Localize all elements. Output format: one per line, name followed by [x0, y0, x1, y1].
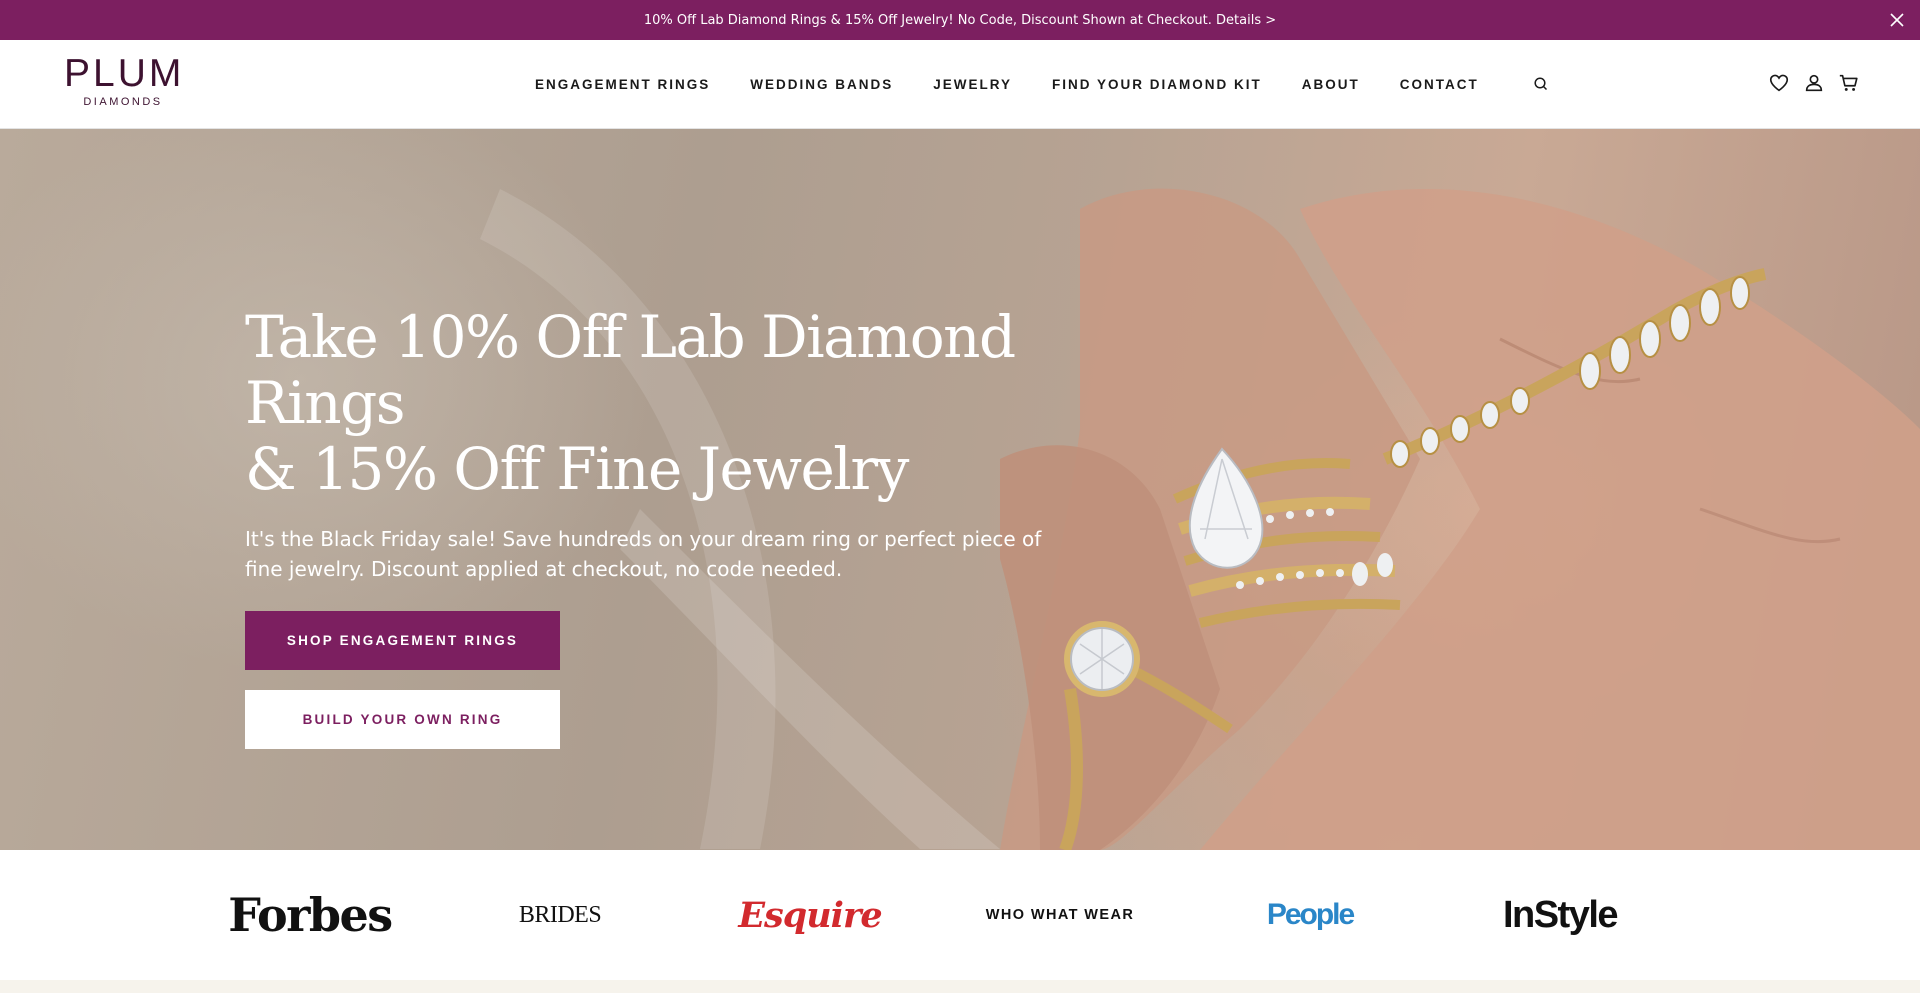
nav-jewelry[interactable]: JEWELRY: [933, 77, 1012, 92]
site-header: PLUM DIAMONDS ENGAGEMENT RINGS WEDDING B…: [0, 40, 1920, 129]
promo-link[interactable]: 10% Off Lab Diamond Rings & 15% Off Jewe…: [644, 13, 1276, 28]
site-logo[interactable]: PLUM DIAMONDS: [64, 52, 185, 112]
next-section-edge: [0, 980, 1920, 993]
logo-wordmark: PLUM: [64, 52, 185, 95]
nav-find-your-diamond-kit[interactable]: FIND YOUR DIAMOND KIT: [1052, 77, 1262, 92]
nav-wedding-bands[interactable]: WEDDING BANDS: [750, 77, 893, 92]
press-logos: Forbes BRIDES Esquire WHO WHAT WEAR Peop…: [0, 850, 1920, 980]
hero-subtitle: It's the Black Friday sale! Save hundred…: [245, 527, 1042, 581]
nav-contact[interactable]: CONTACT: [1400, 77, 1479, 92]
hero-title: Take 10% Off Lab Diamond Rings & 15% Off…: [245, 304, 1145, 502]
hero-banner: Take 10% Off Lab Diamond Rings & 15% Off…: [0, 129, 1920, 850]
hero-content: Take 10% Off Lab Diamond Rings & 15% Off…: [245, 304, 1145, 749]
account-icon[interactable]: [1803, 72, 1825, 94]
hero-title-line-2: & 15% Off Fine Jewelry: [245, 435, 909, 503]
shop-engagement-rings-button[interactable]: SHOP ENGAGEMENT RINGS: [245, 611, 560, 670]
instyle-logo: InStyle: [1502, 893, 1619, 936]
build-your-own-ring-button[interactable]: BUILD YOUR OWN RING: [245, 690, 560, 749]
heart-icon[interactable]: [1768, 72, 1790, 94]
esquire-logo: Esquire: [738, 894, 882, 936]
hero-title-line-1: Take 10% Off Lab Diamond Rings: [245, 303, 1016, 437]
logo-subtitle: DIAMONDS: [83, 96, 163, 108]
people-logo: People: [1266, 898, 1355, 931]
nav-engagement-rings[interactable]: ENGAGEMENT RINGS: [535, 77, 710, 92]
main-nav: ENGAGEMENT RINGS WEDDING BANDS JEWELRY F…: [535, 40, 1549, 128]
cart-icon[interactable]: [1838, 72, 1860, 94]
who-what-wear-logo: WHO WHAT WEAR: [985, 907, 1135, 923]
close-icon[interactable]: [1888, 11, 1906, 29]
promo-bar: 10% Off Lab Diamond Rings & 15% Off Jewe…: [0, 0, 1920, 40]
search-icon[interactable]: [1533, 76, 1549, 92]
header-actions: [1768, 72, 1860, 94]
forbes-logo: Forbes: [228, 888, 393, 942]
brides-logo: BRIDES: [518, 901, 602, 928]
nav-about[interactable]: ABOUT: [1302, 77, 1360, 92]
